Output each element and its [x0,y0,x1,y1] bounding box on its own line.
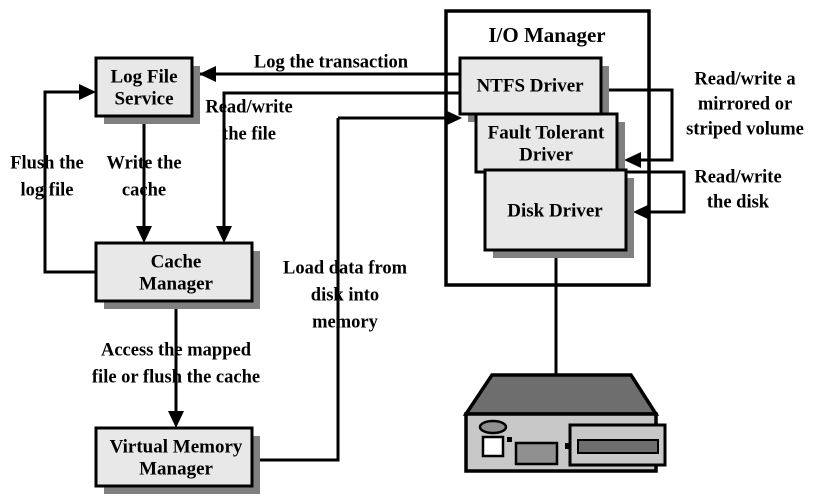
fault-tolerant-driver-label-line1: Fault Tolerant [488,122,605,143]
read-write-disk-line2: the disk [707,192,770,212]
ntfs-driver-label: NTFS Driver [476,75,584,96]
load-data-line1: Load data from [283,258,408,278]
read-write-mirror-line1: Read/write a [694,69,795,89]
access-mapped-line1: Access the mapped [101,340,252,360]
log-file-service-label-line2: Service [114,88,173,109]
load-data-line2: disk into [311,285,379,305]
read-write-the-file-line1: Read/write [205,97,292,117]
access-mapped-line2: file or flush the cache [92,367,260,387]
box-ntfs-driver[interactable]: NTFS Driver [458,56,609,122]
box-virtual-memory-manager[interactable]: Virtual Memory Manager [94,426,260,494]
label-read-write-mirrored-striped-volume: Read/write a mirrored or striped volume [686,69,804,139]
cache-manager-label-line2: Manager [139,273,213,294]
fault-tolerant-driver-label-line2: Driver [519,144,573,165]
architecture-diagram: I/O Manager Log File Service Cache Manag… [0,0,816,501]
connector-flush-the-log-file [43,84,96,274]
log-file-service-label-line1: Log File [110,66,177,87]
flush-the-log-file-line2: log file [21,180,74,200]
write-the-cache-line1: Write the [106,153,181,173]
label-read-write-the-file: Read/write the file [205,97,292,144]
io-manager-label: I/O Manager [488,23,605,47]
log-the-transaction-line1: Log the transaction [254,52,409,72]
write-the-cache-line2: cache [122,180,166,200]
disk-driver-label: Disk Driver [507,200,603,221]
label-log-the-transaction: Log the transaction [254,52,409,72]
flush-the-log-file-line1: Flush the [10,153,84,173]
box-cache-manager[interactable]: Cache Manager [94,241,260,309]
read-write-disk-line1: Read/write [694,167,781,187]
load-data-line3: memory [312,312,378,332]
diagram-canvas: I/O Manager Log File Service Cache Manag… [10,9,804,494]
read-write-mirror-line2: mirrored or [698,94,792,114]
label-load-data-from-disk-into-memory: Load data from disk into memory [283,258,408,332]
disk-drive-icon [462,373,667,473]
virtual-memory-manager-label-line1: Virtual Memory [110,436,243,457]
label-flush-the-log-file: Flush the log file [10,153,84,200]
read-write-mirror-line3: striped volume [686,119,804,139]
virtual-memory-manager-label-line2: Manager [139,458,213,479]
box-log-file-service[interactable]: Log File Service [94,56,200,124]
cache-manager-label-line1: Cache [151,251,202,272]
connector-read-write-the-file-in [338,110,462,126]
label-read-write-the-disk: Read/write the disk [694,167,781,212]
connector-access-the-mapped-file [168,301,184,428]
read-write-the-file-line2: the file [222,124,276,144]
box-disk-driver[interactable]: Disk Driver [483,168,634,258]
